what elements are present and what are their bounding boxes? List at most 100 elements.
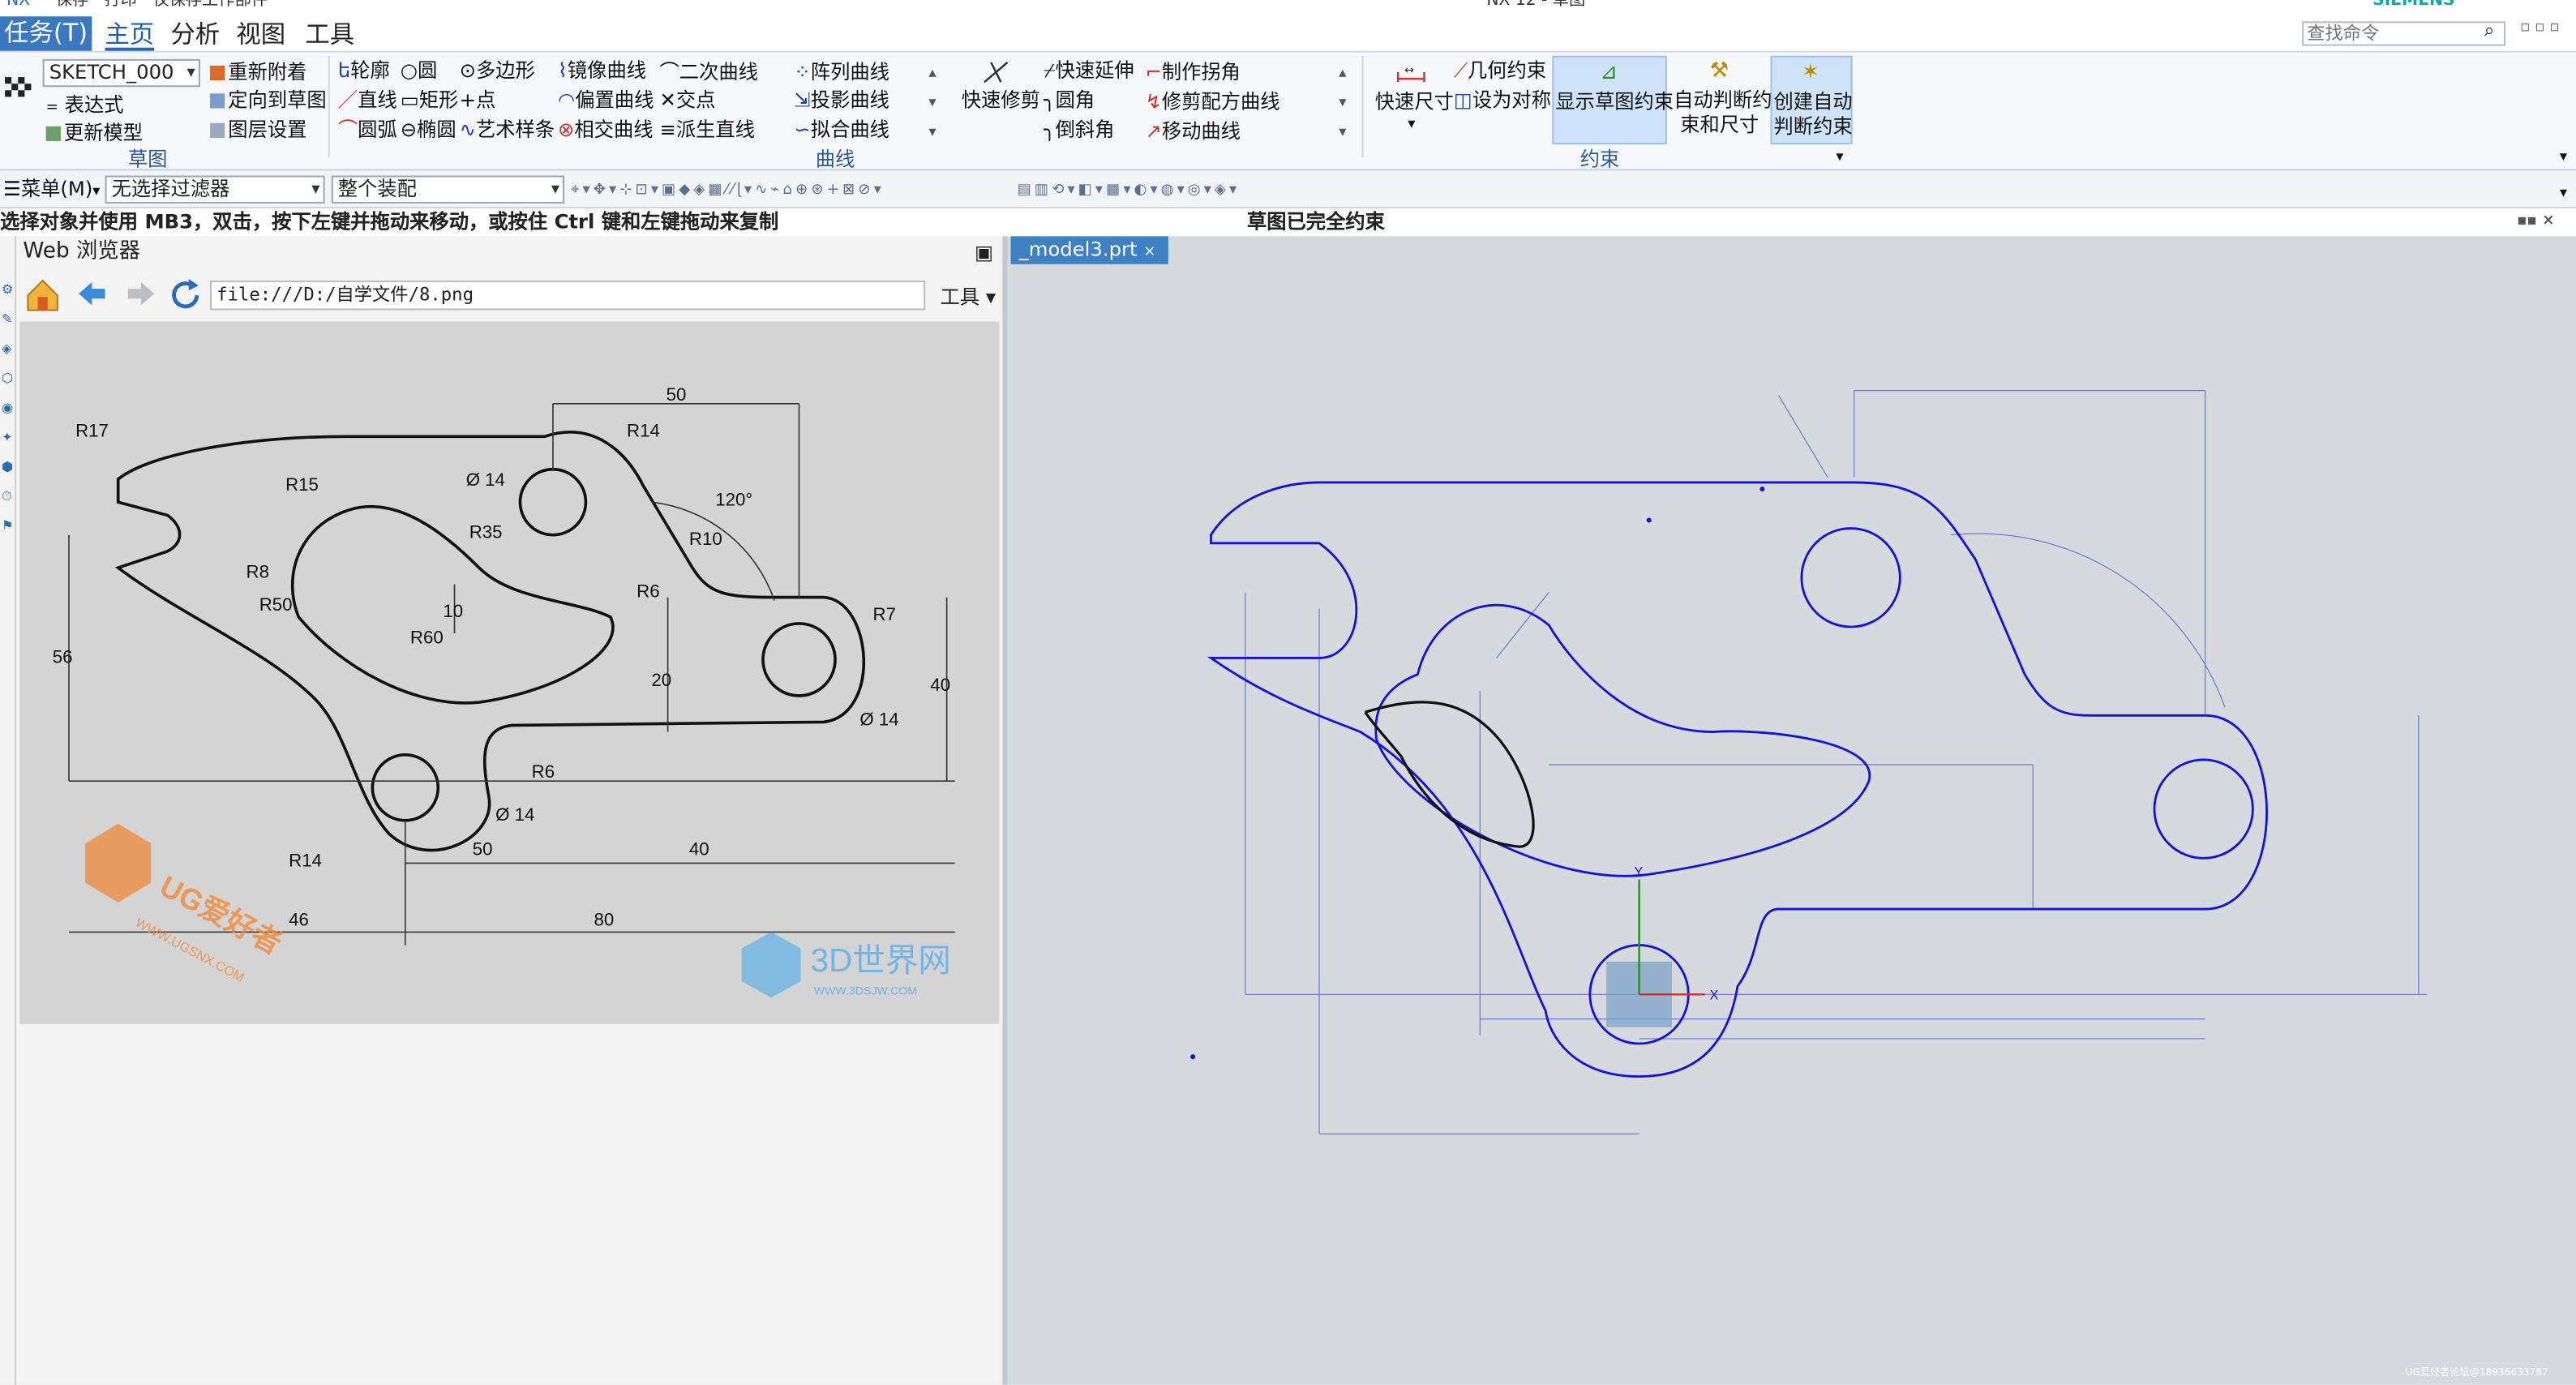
back-arrow-icon[interactable] [75,279,108,308]
conic-button[interactable]: ⌒二次曲线 [659,61,757,84]
home-icon[interactable] [23,276,62,312]
reattach-button[interactable]: 重新附着 [210,61,306,84]
circle-icon: ○ [400,58,418,83]
point-button[interactable]: +点 [460,88,496,111]
derived-lines-button[interactable]: ≡派生直线 [659,118,755,141]
fit-curve-button[interactable]: ∽拟合曲线 [794,118,889,141]
ribbon-options-icon[interactable]: ▾ [2560,146,2567,169]
sketch-name-combo[interactable]: SKETCH_000 [42,58,200,88]
offset-curve-button[interactable]: ◠偏置曲线 [558,88,654,111]
geometric-constraints-button[interactable]: ⟋几何约束 [1454,59,1546,82]
dim-label: 50 [667,384,687,405]
web-browser-title: Web 浏览器 [23,239,140,264]
ellipse-button[interactable]: ⊖椭圆 [401,118,456,141]
search-input[interactable] [2302,21,2506,46]
line-button[interactable]: ／直线 [338,88,397,111]
studio-spline-button[interactable]: ∿艺术样条 [460,118,555,141]
display-constraints-icon: ⊿ [1600,60,1618,86]
intersection-curve-icon: ⊗ [558,118,575,142]
resource-bar: ⚙ ✎ ◈ ⬡ ◉ ✦ ⬢ ⏱ ⚑ [0,236,17,1385]
snap-point-toolbar-icon[interactable]: ⌖▾✥▾⊹⊡▾▣◆◈▦⁄⁄ɭ▾∿⌁⌂⊕⊛+⊠⊘▾ [571,179,885,202]
quick-access-toolbar[interactable]: 保存 · 打印 · 仅保存工作部件 [56,0,268,9]
curve-gallery-scroll-icon[interactable]: ▴ ▾ ▾ [928,59,936,148]
url-field[interactable]: file:///D:/自学文件/8.png [210,281,926,311]
fillet-button[interactable]: ╮圆角 [1044,88,1095,111]
group-label-constraint: 约束 [1579,148,1620,171]
menu-icon: ☰ [3,177,21,200]
circle-button[interactable]: ○圆 [401,59,438,82]
maximize-icon[interactable]: ▣ [975,236,993,268]
finish-sketch-icon[interactable] [3,72,36,105]
arc-button[interactable]: ⌒圆弧 [338,118,397,141]
svg-text:↔: ↔ [1404,64,1414,77]
dim-label: R14 [289,850,322,870]
project-curve-button[interactable]: ⇲投影曲线 [794,88,889,111]
selection-filter-combo[interactable]: 无选择过滤器 [105,175,325,204]
toolbar-options-icon[interactable]: ▾ [2560,182,2567,205]
rapid-dimension-button[interactable]: 快速尺寸 [1375,90,1454,113]
rectangle-icon: ▭ [400,88,419,112]
dim-label: R8 [246,561,269,581]
dim-label: 10 [443,601,463,621]
dim-label: R15 [285,474,319,495]
watermark-right-logo-icon [741,932,801,998]
create-auto-constraints-button[interactable]: ✶ 创建自动 判断约束 [1770,55,1853,145]
polygon-button[interactable]: ⊙多边形 [460,59,535,82]
window-controls-icon[interactable]: ▫ ▫ ▫ [2520,19,2560,36]
resource-bar-icons[interactable]: ⚙ ✎ ◈ ⬡ ◉ ✦ ⬢ ⏱ ⚑ [2,276,14,542]
dim-label: Ø 14 [495,804,534,825]
menu-button[interactable]: ☰菜单(M)▾ [3,178,100,204]
auto-dimensions-button[interactable]: ⚒ 自动判断约 束和尺寸 [1670,56,1772,144]
freehand-annotation [1364,701,1535,848]
search-icon[interactable]: ⌕ [2484,19,2494,42]
view-toolbar-icon[interactable]: ▤▥⟲▾◧▾▦▾◐▾◍▾◎▾◈▾ [1018,179,1241,202]
part-tab[interactable]: _model3.prt × [1010,236,1168,264]
rapid-dimension-dropdown-icon[interactable]: ▾ [1408,114,1415,136]
expression-button[interactable]: = 表达式 [46,93,124,119]
mirror-curve-button[interactable]: ⌇镜像曲线 [558,59,646,82]
quick-trim-button[interactable]: 快速修剪 [962,88,1040,111]
chamfer-button[interactable]: ╮倒斜角 [1044,118,1115,141]
update-model-button[interactable]: 更新模型 [45,122,143,144]
move-curve-button[interactable]: ↗移动曲线 [1145,120,1241,143]
dim-label: Ø 14 [859,709,898,729]
selection-scope-combo[interactable]: 整个装配 [331,175,565,204]
browser-tools-menu[interactable]: 工具 ▾ [941,282,997,310]
watermark-right-url: WWW.3DSJW.COM [814,984,917,997]
arc-icon: ⌒ [337,118,358,142]
intersection-curve-button[interactable]: ⊗相交曲线 [558,118,654,141]
graphics-window[interactable]: _model3.prt × Y X UG爱好者论坛@18936633787 [1007,236,2576,1385]
make-symmetric-button[interactable]: ◫设为对称 [1454,88,1551,111]
intersection-point-button[interactable]: ✕交点 [659,88,715,111]
edit-gallery-scroll-icon[interactable]: ▴ ▾ ▾ [1339,59,1346,148]
quick-extend-button[interactable]: ⌿快速延伸 [1044,59,1134,82]
forward-arrow-icon[interactable] [125,279,157,308]
tab-analysis[interactable]: 分析 [170,18,220,50]
refresh-icon[interactable] [167,277,204,314]
rectangle-button[interactable]: ▭矩形 [401,88,459,111]
close-icon[interactable]: × [1143,245,1155,261]
layer-settings-button[interactable]: 图层设置 [210,118,306,141]
tab-tools[interactable]: 工具 [305,18,354,50]
rapid-dimension-icon: ↔ [1396,64,1425,83]
trim-recipe-icon: ↯ [1145,90,1162,114]
trim-recipe-curve-button[interactable]: ↯修剪配方曲线 [1145,90,1279,113]
x-axis-label: X [1710,988,1719,1002]
tab-home[interactable]: 主页 [105,18,155,51]
pattern-curve-button[interactable]: ⁘阵列曲线 [794,61,889,84]
intersection-icon: ✕ [659,88,676,112]
tab-task[interactable]: 任务(T) [0,16,92,51]
make-corner-button[interactable]: ⌐制作拐角 [1145,61,1241,84]
constraint-group-dropdown-icon[interactable]: ▾ [1836,146,1843,169]
fit-curve-icon: ∽ [794,118,811,142]
tab-view[interactable]: 视图 [236,18,285,50]
orient-to-sketch-button[interactable]: 定向到草图 [210,88,327,112]
nx-window: NX 保存 · 打印 · 仅保存工作部件 NX 12 - 草图 SIEMENS … [0,0,2576,1385]
display-sketch-constraints-button[interactable]: ⊿ 显示草图约束 [1552,55,1674,145]
quick-trim-icon [984,61,1009,84]
title-bar: NX 保存 · 打印 · 仅保存工作部件 NX 12 - 草图 SIEMENS [0,0,2576,15]
auto-dimension-icon: ⚒ [1709,58,1729,84]
profile-button[interactable]: ե轮廓 [338,59,390,82]
sketch-canvas[interactable]: Y X [1007,264,2576,1385]
cue-options-icon[interactable]: ▪▪ × [2517,208,2554,236]
